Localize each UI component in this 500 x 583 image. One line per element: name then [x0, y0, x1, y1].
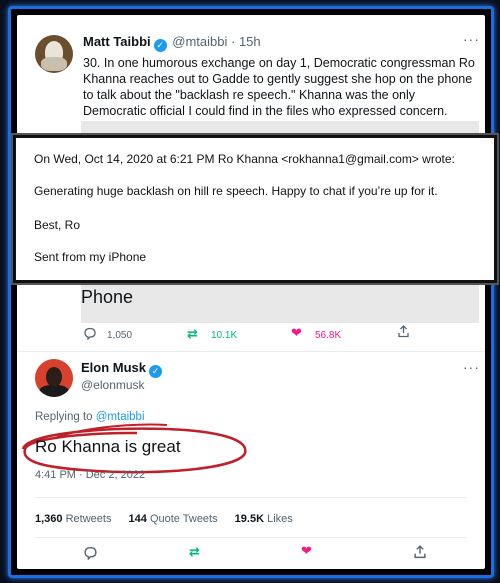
author-handle[interactable]: @elonmusk	[81, 378, 145, 392]
reply-icon[interactable]	[83, 327, 97, 343]
more-options-icon[interactable]: ···	[463, 359, 480, 375]
share-icon[interactable]	[413, 545, 427, 562]
avatar[interactable]	[35, 35, 73, 73]
author-name[interactable]: Matt Taibbi	[83, 34, 151, 49]
email-footer: Sent from my iPhone	[34, 250, 147, 264]
divider	[35, 537, 467, 538]
verified-badge-icon: ✓	[149, 365, 163, 378]
like-icon[interactable]: ❤	[291, 325, 302, 341]
retweet-stat[interactable]: 1,360 Retweets	[35, 513, 111, 525]
like-count: 56.8K	[315, 330, 342, 341]
like-stat[interactable]: 19.5K Likes	[235, 513, 293, 525]
email-overlay: On Wed, Oct 14, 2020 at 6:21 PM Ro Khann…	[13, 135, 497, 283]
verified-badge-icon: ✓	[153, 39, 167, 52]
engagement-stats: 1,360 Retweets 144 Quote Tweets 19.5K Li…	[35, 513, 307, 525]
email-header: On Wed, Oct 14, 2020 at 6:21 PM Ro Khann…	[34, 152, 455, 166]
tweet-author: Matt Taibbi ✓ @mtaibbi · 15h	[83, 34, 261, 52]
avatar[interactable]	[35, 359, 73, 397]
reply-count: 1,050	[107, 330, 133, 341]
retweet-count: 10.1K	[211, 330, 238, 341]
retweet-icon[interactable]: ⇄	[187, 326, 198, 342]
like-icon[interactable]: ❤	[301, 543, 312, 559]
divider	[35, 497, 467, 498]
email-body: Generating huge backlash on hill re spee…	[34, 184, 438, 198]
tweet-text: Ro Khanna is great	[35, 437, 181, 456]
share-icon[interactable]	[397, 325, 410, 341]
reply-icon[interactable]	[83, 546, 98, 563]
author-name[interactable]: Elon Musk	[81, 360, 146, 375]
tweet-author: Elon Musk ✓	[81, 360, 164, 378]
author-handle[interactable]: @mtaibbi	[172, 34, 227, 49]
screenshot-frame: Matt Taibbi ✓ @mtaibbi · 15h ··· 30. In o…	[8, 6, 497, 578]
divider	[17, 351, 485, 352]
more-options-icon[interactable]: ···	[463, 31, 480, 47]
tweet-thread: Matt Taibbi ✓ @mtaibbi · 15h ··· 30. In o…	[17, 15, 485, 569]
tweet-text: 30. In one humorous exchange on day 1, D…	[83, 56, 475, 118]
image-text: Phone	[81, 287, 134, 307]
tweet-time: · 15h	[231, 34, 261, 49]
retweet-icon[interactable]: ⇄	[189, 544, 200, 560]
quote-stat[interactable]: 144 Quote Tweets	[129, 513, 218, 525]
email-signoff: Best, Ro	[34, 218, 81, 232]
tweet-timestamp[interactable]: 4:41 PM · Dec 2, 2022	[35, 469, 145, 481]
